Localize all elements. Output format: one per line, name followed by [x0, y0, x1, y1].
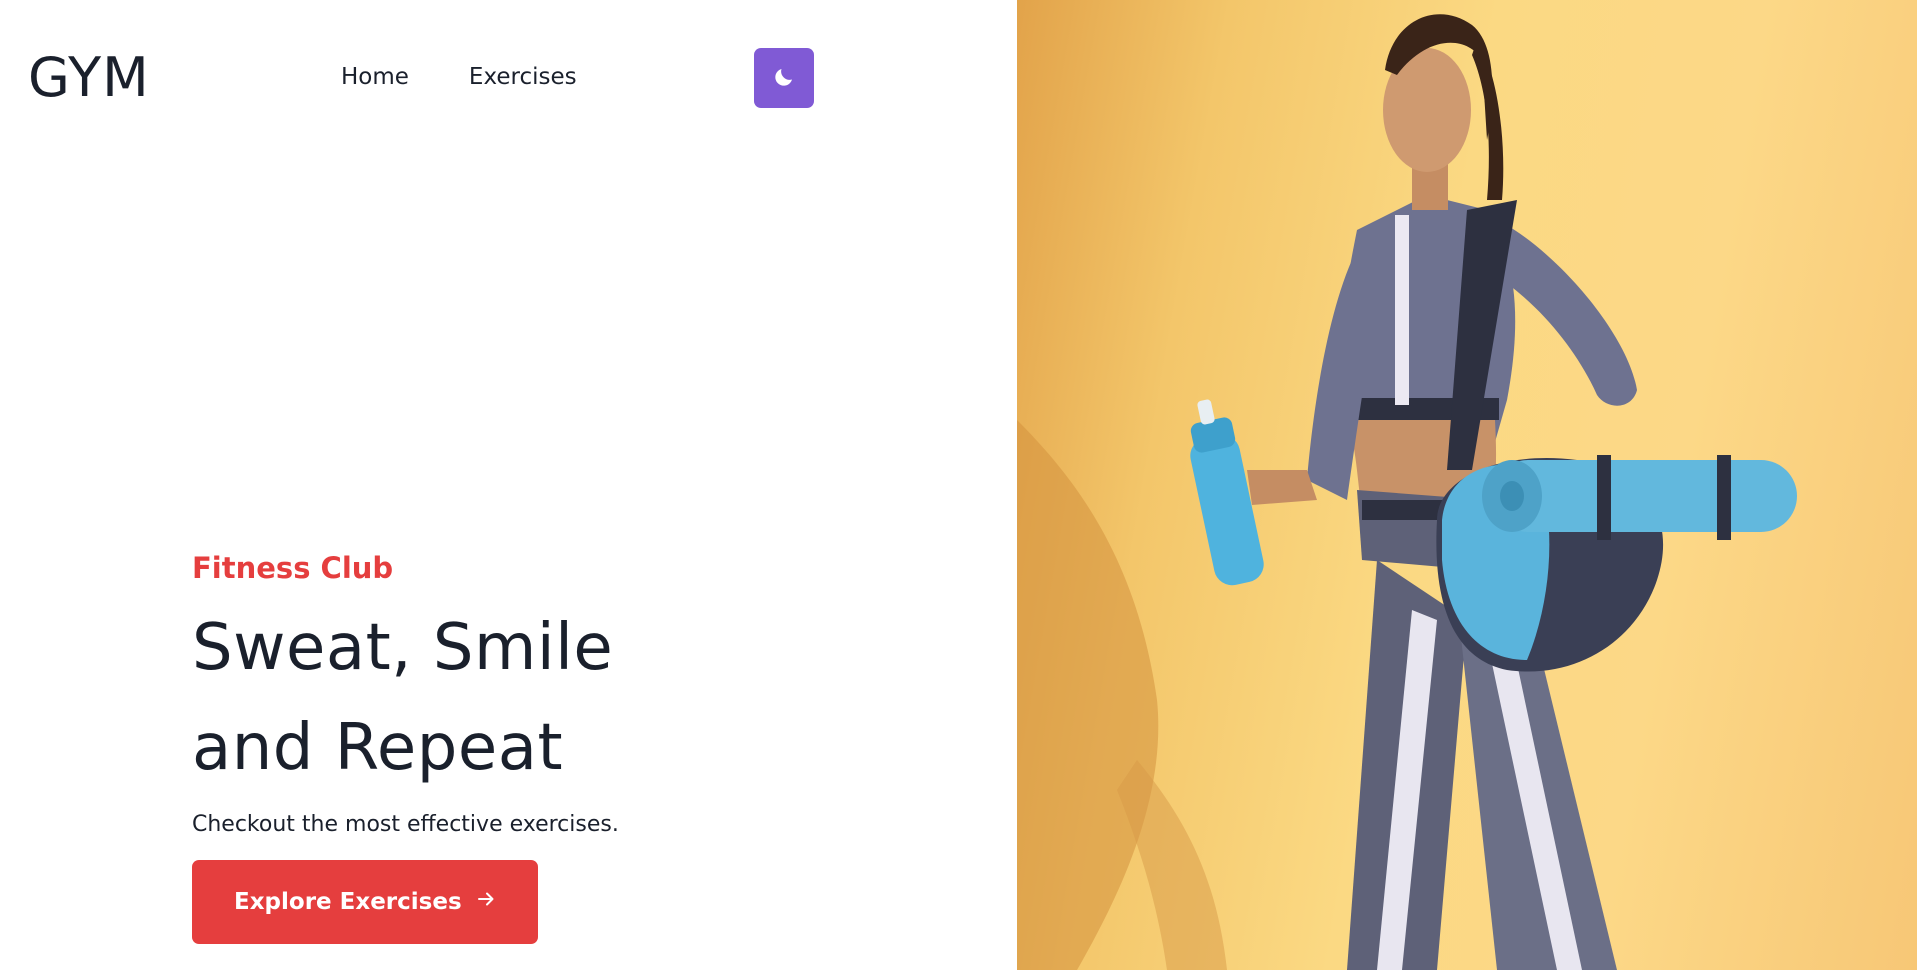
fitness-woman-photo: [1017, 0, 1917, 970]
hero-headline-line2: and Repeat: [192, 711, 564, 785]
hero-section: Fitness Club Sweat, Smile and Repeat Che…: [192, 550, 892, 944]
explore-exercises-label: Explore Exercises: [234, 889, 462, 915]
page: GYM Home Exercises Fitness Club Sweat, S…: [0, 0, 1917, 970]
explore-exercises-button[interactable]: Explore Exercises: [192, 860, 538, 944]
moon-icon: [772, 65, 796, 92]
main-nav: Home Exercises: [341, 64, 577, 90]
logo[interactable]: GYM: [28, 48, 150, 108]
hero-subtext: Checkout the most effective exercises.: [192, 812, 619, 837]
theme-toggle-button[interactable]: [754, 48, 814, 108]
hero-eyebrow: Fitness Club: [192, 551, 394, 585]
arrow-right-icon: [476, 889, 496, 915]
nav-link-exercises[interactable]: Exercises: [469, 64, 577, 90]
hero-headline-line1: Sweat, Smile: [192, 611, 614, 685]
hero-headline: Sweat, Smile and Repeat: [192, 598, 892, 798]
nav-link-home[interactable]: Home: [341, 64, 409, 90]
